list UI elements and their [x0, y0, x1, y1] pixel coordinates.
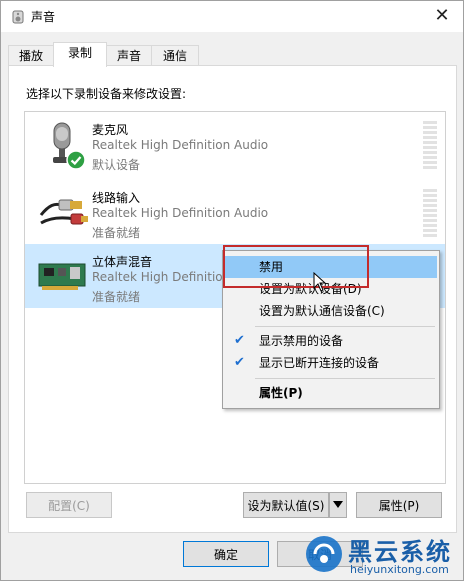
chevron-down-icon [333, 501, 343, 508]
tab-playback[interactable]: 播放 [8, 45, 54, 66]
menu-separator [255, 378, 435, 379]
watermark-url: heiyunxitong.com [350, 563, 449, 576]
properties-button[interactable]: 属性(P) [356, 492, 442, 518]
tab-sounds[interactable]: 声音 [106, 45, 152, 66]
watermark: 黑云系统 heiyunxitong.com [300, 528, 464, 581]
menu-item-label: 属性(P) [259, 386, 303, 400]
checkmark-icon: ✔ [234, 355, 245, 370]
menu-item-label: 显示禁用的设备 [259, 334, 344, 348]
set-default-dropdown[interactable] [329, 492, 347, 518]
device-name: 立体声混音 [92, 255, 153, 269]
tab-communications[interactable]: 通信 [151, 45, 199, 66]
line-in-cable-icon [39, 199, 88, 225]
speaker-icon [12, 10, 24, 24]
menu-separator [255, 326, 435, 327]
annotation-highlight-box [223, 245, 369, 288]
level-meter [423, 189, 437, 239]
window-title: 声音 [31, 10, 56, 24]
device-driver: Realtek High Definition Audio [92, 138, 269, 152]
watermark-brand: 黑云系统 [348, 538, 452, 566]
default-check-icon [66, 150, 86, 170]
title-bar: 声音 ✕ [1, 1, 463, 32]
menu-item-set-default-comm[interactable]: 设置为默认通信设备(C) [225, 300, 437, 322]
menu-item-label: 设置为默认通信设备(C) [259, 304, 385, 318]
device-row-microphone[interactable]: 麦克风 Realtek High Definition Audio 默认设备 [25, 112, 445, 176]
instruction-text: 选择以下录制设备来修改设置: [26, 87, 187, 101]
checkmark-icon: ✔ [234, 333, 245, 348]
ok-button[interactable]: 确定 [183, 541, 269, 567]
configure-button[interactable]: 配置(C) [26, 492, 112, 518]
device-name: 麦克风 [92, 123, 129, 137]
device-driver: Realtek High Definition Audio [92, 206, 269, 220]
tab-recording[interactable]: 录制 [53, 42, 107, 67]
set-default-button[interactable]: 设为默认值(S) [243, 492, 329, 518]
device-name: 线路输入 [92, 191, 141, 205]
sound-card-icon [38, 263, 86, 290]
level-meter [423, 121, 437, 171]
menu-item-label: 显示已断开连接的设备 [259, 356, 380, 370]
heiyun-logo-icon [306, 536, 342, 572]
menu-item-properties[interactable]: 属性(P) [225, 382, 437, 404]
device-status: 准备就绪 [92, 290, 141, 304]
device-row-line-in[interactable]: 线路输入 Realtek High Definition Audio 准备就绪 [25, 180, 445, 244]
device-status: 默认设备 [92, 158, 141, 172]
mouse-cursor-icon [313, 272, 327, 292]
device-status: 准备就绪 [92, 226, 141, 240]
close-button[interactable]: ✕ [427, 4, 457, 28]
menu-item-show-disabled[interactable]: ✔ 显示禁用的设备 [225, 330, 437, 352]
menu-item-show-disconnected[interactable]: ✔ 显示已断开连接的设备 [225, 352, 437, 374]
